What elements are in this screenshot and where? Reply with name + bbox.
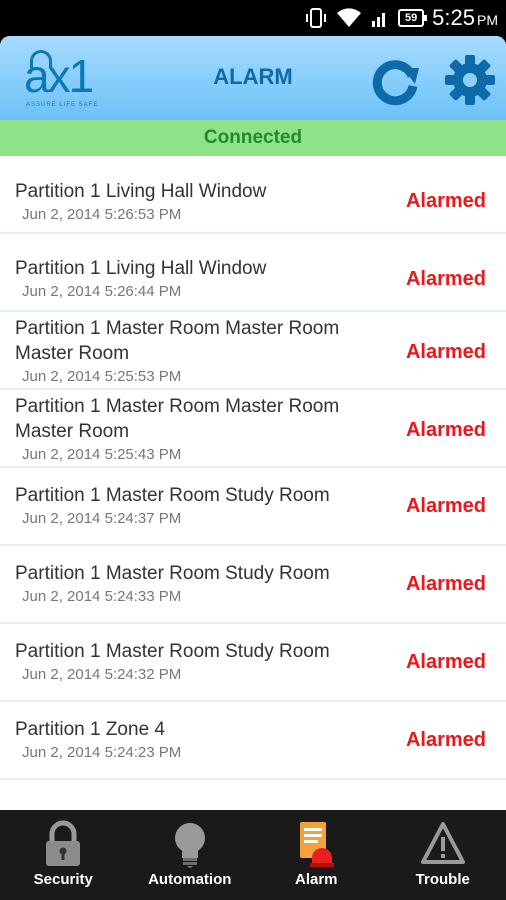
clock: 5:25 PM	[432, 5, 498, 31]
alarm-time: Jun 2, 2014 5:25:53 PM	[22, 368, 182, 385]
alarm-time: Jun 2, 2014 5:25:43 PM	[22, 446, 182, 463]
list-item[interactable]: Partition 1 Living Hall Window Jun 2, 20…	[0, 234, 506, 312]
alarm-title: Partition 1 Master Room Master Room Mast…	[15, 318, 340, 364]
tab-trouble[interactable]: Trouble	[380, 810, 506, 900]
alarm-time: Jun 2, 2014 5:26:53 PM	[22, 206, 182, 223]
tab-security[interactable]: Security	[0, 810, 127, 900]
tab-label: Security	[33, 871, 93, 888]
alarm-status: Alarmed	[405, 573, 486, 595]
list-item[interactable]: Partition 1 Master Room Master Room Mast…	[0, 390, 506, 468]
battery-indicator: 59	[398, 9, 428, 27]
alarm-list[interactable]: Partition 1 Living Hall Window Jun 2, 20…	[0, 156, 506, 780]
alarm-title: Partition 1 Living Hall Window	[15, 258, 267, 279]
connection-status: Connected	[0, 120, 506, 156]
alarm-title: Partition 1 Master Room Study Room	[15, 641, 330, 662]
list-item-text: Partition 1 Master Room Master Room Mast…	[15, 394, 385, 463]
alarm-status: Alarmed	[405, 268, 486, 290]
tab-alarm[interactable]: Alarm	[253, 810, 380, 900]
tab-label: Alarm	[294, 871, 338, 888]
status-icons: 59 5:25 PM	[304, 5, 498, 31]
list-item-text: Partition 1 Zone 4 Jun 2, 2014 5:24:23 P…	[15, 717, 395, 761]
wifi-icon	[337, 8, 362, 27]
bulb-icon	[174, 823, 205, 868]
list-item[interactable]: Partition 1 Master Room Study Room Jun 2…	[0, 468, 506, 546]
alarm-time: Jun 2, 2014 5:24:23 PM	[22, 744, 182, 761]
clock-time: 5:25	[432, 5, 475, 30]
tab-automation[interactable]: Automation	[127, 810, 254, 900]
lock-icon	[46, 820, 81, 866]
alarm-icon	[300, 822, 335, 867]
list-item-text: Partition 1 Master Room Master Room Mast…	[15, 316, 385, 385]
list-item[interactable]: Partition 1 Master Room Master Room Mast…	[0, 312, 506, 390]
alarm-title: Partition 1 Zone 4	[15, 719, 165, 740]
refresh-icon	[372, 60, 419, 106]
alarm-title: Partition 1 Master Room Master Room Mast…	[15, 396, 340, 442]
tab-label: Automation	[148, 871, 232, 888]
settings-button[interactable]	[442, 52, 498, 108]
alarm-status: Alarmed	[405, 341, 486, 363]
bottom-tab-bar: Security Automation Alarm Trouble	[0, 810, 506, 900]
list-item-text: Partition 1 Living Hall Window Jun 2, 20…	[15, 256, 395, 300]
vibrate-icon	[306, 8, 327, 28]
alarm-title: Partition 1 Living Hall Window	[15, 181, 267, 202]
app-header: ax1 ASSURE LIFE SAFE ALARM	[0, 36, 506, 120]
signal-icon	[372, 13, 386, 27]
alarm-status: Alarmed	[405, 651, 486, 673]
page-title: ALARM	[213, 64, 293, 89]
alarm-time: Jun 2, 2014 5:24:33 PM	[22, 588, 182, 605]
list-item-text: Partition 1 Master Room Study Room Jun 2…	[15, 483, 395, 527]
refresh-button[interactable]	[368, 54, 422, 108]
list-item-text: Partition 1 Living Hall Window Jun 2, 20…	[15, 179, 395, 223]
clock-suffix: PM	[477, 12, 498, 28]
list-item-text: Partition 1 Master Room Study Room Jun 2…	[15, 561, 395, 605]
app-window: ax1 ASSURE LIFE SAFE ALARM Connected Par…	[0, 36, 506, 900]
status-bar: 59 5:25 PM	[0, 0, 506, 36]
gear-icon	[445, 55, 495, 105]
alarm-time: Jun 2, 2014 5:26:44 PM	[22, 283, 182, 300]
logo-tagline: ASSURE LIFE SAFE	[26, 102, 99, 108]
list-item[interactable]: Partition 1 Zone 4 Jun 2, 2014 5:24:23 P…	[0, 702, 506, 780]
alarm-status: Alarmed	[405, 495, 486, 517]
tab-label: Trouble	[415, 871, 470, 888]
list-item[interactable]: Partition 1 Master Room Study Room Jun 2…	[0, 546, 506, 624]
list-item[interactable]: Partition 1 Master Room Study Room Jun 2…	[0, 624, 506, 702]
alarm-title: Partition 1 Master Room Study Room	[15, 563, 330, 584]
alarm-time: Jun 2, 2014 5:24:37 PM	[22, 510, 182, 527]
alarm-time: Jun 2, 2014 5:24:32 PM	[22, 666, 182, 683]
list-item[interactable]: Partition 1 Living Hall Window Jun 2, 20…	[0, 156, 506, 234]
warning-icon	[420, 822, 465, 864]
alarm-status: Alarmed	[405, 419, 486, 441]
list-item-text: Partition 1 Master Room Study Room Jun 2…	[15, 639, 395, 683]
alarm-title: Partition 1 Master Room Study Room	[15, 485, 330, 506]
alarm-status: Alarmed	[405, 729, 486, 751]
alarm-status: Alarmed	[405, 190, 486, 212]
